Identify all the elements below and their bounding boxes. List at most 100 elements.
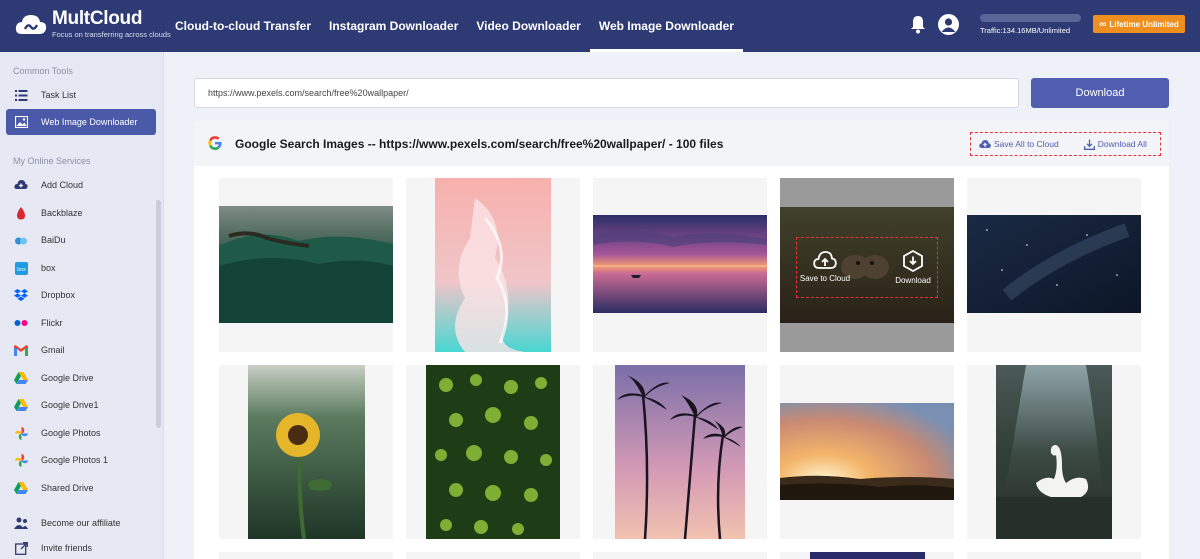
sidebar-item-task-list[interactable]: Task List [6, 82, 156, 108]
google-drive-icon [14, 371, 28, 385]
bell-icon[interactable] [909, 14, 927, 34]
sidebar-item-flickr[interactable]: Flickr [6, 310, 156, 336]
box-icon: box [14, 261, 28, 275]
image-card[interactable] [967, 365, 1141, 539]
image-card[interactable] [219, 178, 393, 352]
image-card[interactable] [967, 552, 1141, 559]
image-card[interactable] [593, 365, 767, 539]
sidebar: Common Tools Task List Web Image Downloa… [0, 52, 164, 559]
sidebar-item-label: Become our affiliate [41, 518, 121, 528]
sidebar-item-dropbox[interactable]: Dropbox [6, 282, 156, 308]
sidebar-item-google-drive1[interactable]: Google Drive1 [6, 392, 156, 418]
image-palm-trees-purple-sky [615, 365, 745, 539]
download-all-button[interactable]: Download All [1083, 139, 1147, 150]
sidebar-item-label: Google Drive [41, 373, 94, 383]
download-circle-icon [903, 250, 923, 272]
image-green-plant-aerial [426, 365, 560, 539]
sidebar-item-google-drive[interactable]: Google Drive [6, 365, 156, 391]
sidebar-item-label: Gmail [41, 345, 65, 355]
logo-name: MultCloud [52, 8, 143, 29]
download-all-label: Download All [1097, 139, 1147, 149]
image-woman-in-green-field [219, 206, 393, 323]
lifetime-label: Lifetime Unlimited [1109, 19, 1179, 29]
sidebar-item-label: Shared Drive [41, 483, 94, 493]
results-title: Google Search Images -- https://www.pexe… [235, 137, 724, 151]
results-header: Google Search Images -- https://www.pexe… [194, 121, 1169, 166]
image-starry-night-sky [967, 215, 1141, 313]
image-partial [810, 552, 925, 559]
download-button[interactable]: Download [1031, 78, 1169, 108]
google-icon [208, 136, 222, 150]
sidebar-item-baidu[interactable]: BaiDu [6, 227, 156, 253]
sidebar-item-gmail[interactable]: Gmail [6, 337, 156, 363]
sidebar-item-backblaze[interactable]: Backblaze [6, 200, 156, 226]
sidebar-item-label: Backblaze [41, 208, 83, 218]
image-card[interactable] [219, 552, 393, 559]
google-photos-icon [14, 426, 28, 440]
gmail-icon [14, 343, 28, 357]
traffic-bar [980, 14, 1081, 22]
image-card-hovered[interactable]: Save to Cloud Download [780, 178, 954, 352]
image-sunrise-over-field [780, 403, 954, 500]
url-input[interactable]: https://www.pexels.com/search/free%20wal… [194, 78, 1019, 108]
image-card[interactable] [593, 552, 767, 559]
image-sunflower [248, 365, 365, 539]
user-avatar-icon[interactable] [938, 14, 959, 35]
traffic-meter: Traffic:134.16MB/Unlimited [980, 14, 1081, 35]
common-tools-heading: Common Tools [13, 66, 73, 76]
image-icon [14, 115, 28, 129]
image-card[interactable] [780, 365, 954, 539]
sidebar-item-label: Web Image Downloader [41, 117, 138, 127]
sidebar-item-label: Dropbox [41, 290, 76, 300]
cloud-upload-icon [979, 140, 991, 148]
save-to-cloud-button[interactable]: Save to Cloud [797, 250, 853, 283]
image-card[interactable] [219, 365, 393, 539]
save-all-to-cloud-button[interactable]: Save All to Cloud [979, 139, 1059, 149]
image-card[interactable] [967, 178, 1141, 352]
image-card[interactable] [406, 552, 580, 559]
sidebar-item-label: Flickr [41, 318, 63, 328]
cloud-logo-icon [15, 15, 47, 34]
bulk-actions: Save All to Cloud Download All [970, 132, 1161, 156]
svg-text:box: box [17, 267, 26, 273]
baidu-icon [14, 233, 28, 247]
nav-cloud-to-cloud-transfer[interactable]: Cloud-to-cloud Transfer [166, 0, 320, 52]
download-image-button[interactable]: Download [885, 250, 941, 285]
multcloud-logo[interactable]: MultCloud Focus on transferring across c… [14, 8, 171, 40]
infinity-icon: ∞ [1099, 18, 1107, 30]
sidebar-item-invite-friends[interactable]: Invite friends [6, 535, 156, 559]
download-image-label: Download [895, 276, 931, 285]
sidebar-item-label: Google Photos [41, 428, 101, 438]
top-nav-bar: MultCloud Focus on transferring across c… [0, 0, 1200, 52]
affiliate-icon [14, 516, 28, 530]
save-all-label: Save All to Cloud [994, 139, 1059, 149]
dropbox-icon [14, 288, 28, 302]
sidebar-item-label: box [41, 263, 56, 273]
sidebar-item-label: Invite friends [41, 543, 93, 553]
sidebar-item-become-affiliate[interactable]: Become our affiliate [6, 510, 156, 536]
download-icon [1083, 139, 1095, 150]
image-card[interactable] [780, 552, 954, 559]
results-panel: Google Search Images -- https://www.pexe… [194, 121, 1169, 559]
cloud-upload-icon [813, 251, 837, 269]
lifetime-unlimited-button[interactable]: ∞ Lifetime Unlimited [1093, 15, 1185, 33]
nav-web-image-downloader[interactable]: Web Image Downloader [589, 0, 744, 52]
google-photos-icon [14, 453, 28, 467]
sidebar-item-label: Google Photos 1 [41, 455, 109, 465]
sidebar-item-web-image-downloader[interactable]: Web Image Downloader [6, 109, 156, 135]
invite-icon [14, 541, 28, 555]
logo-tagline: Focus on transferring across clouds [52, 30, 171, 39]
sidebar-item-google-photos[interactable]: Google Photos [6, 420, 156, 446]
sidebar-item-google-photos-1[interactable]: Google Photos 1 [6, 447, 156, 473]
nav-video-downloader[interactable]: Video Downloader [467, 0, 589, 52]
image-card[interactable] [406, 365, 580, 539]
sidebar-item-box[interactable]: box box [6, 255, 156, 281]
nav-instagram-downloader[interactable]: Instagram Downloader [320, 0, 467, 52]
add-cloud-icon [14, 178, 28, 192]
sidebar-item-shared-drive[interactable]: Shared Drive [6, 475, 156, 501]
traffic-text: Traffic:134.16MB/Unlimited [980, 26, 1071, 35]
image-card[interactable] [406, 178, 580, 352]
sidebar-item-add-cloud[interactable]: Add Cloud [6, 172, 156, 198]
sidebar-scrollbar[interactable] [156, 200, 161, 428]
image-card[interactable] [593, 178, 767, 352]
